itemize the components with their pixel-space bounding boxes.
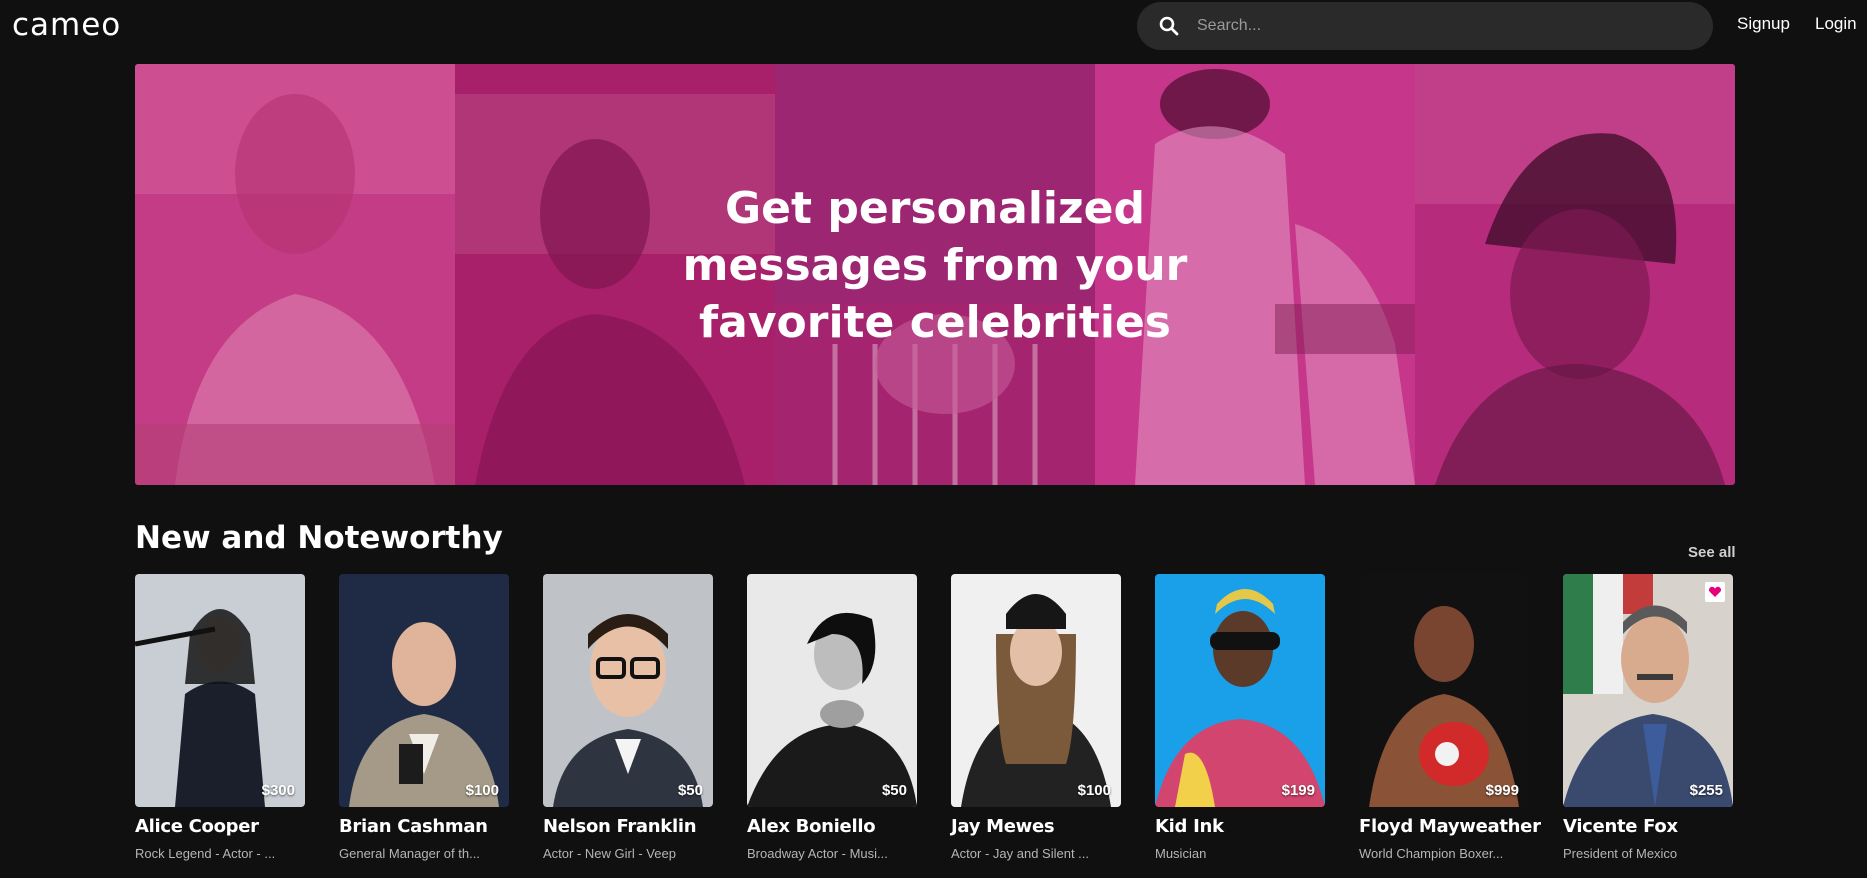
price-tag: $50 [677,782,703,799]
celebrity-card[interactable]: $100 Brian Cashman General Manager of th… [339,574,509,861]
celebrity-description: Broadway Actor - Musi... [747,846,888,861]
celebrity-card[interactable]: $300 Alice Cooper Rock Legend - Actor - … [135,574,305,861]
celebrity-description: Musician [1155,846,1207,861]
celebrity-name[interactable]: Jay Mewes [951,816,1121,837]
price-tag: $199 [1281,782,1315,799]
celebrity-description: World Champion Boxer... [1359,846,1504,861]
celebrity-photo[interactable]: $199 [1155,574,1325,807]
celebrity-name[interactable]: Kid Ink [1155,816,1325,837]
celebrity-description: Actor - Jay and Silent ... [951,846,1090,861]
celebrity-card[interactable]: $199 Kid Ink Musician [1155,574,1325,861]
price-tag: $50 [881,782,907,799]
hero-headline-wrap: Get personalized messages from your favo… [135,64,1735,485]
celebrity-card[interactable]: $50 Nelson Franklin Actor - New Girl - V… [543,574,713,861]
celebrity-name[interactable]: Vicente Fox [1563,816,1733,837]
celebrity-photo[interactable]: $100 [339,574,509,807]
celebrity-photo[interactable]: $300 [135,574,305,807]
celebrity-card[interactable]: $100 Jay Mewes Actor - Jay and Silent ..… [951,574,1121,861]
search-bar[interactable] [1137,2,1713,50]
hero-headline: Get personalized messages from your favo… [682,183,1188,348]
celebrity-carousel: $300 Alice Cooper Rock Legend - Actor - … [135,574,1735,874]
search-icon[interactable] [1145,2,1193,50]
celebrity-photo[interactable]: $50 [747,574,917,807]
celebrity-card[interactable]: $999 Floyd Mayweather World Champion Box… [1359,574,1541,861]
celebrity-description: Rock Legend - Actor - ... [135,846,276,861]
celebrity-name[interactable]: Alex Boniello [747,816,917,837]
celebrity-description: Actor - New Girl - Veep [543,846,676,861]
top-nav: cameo Signup Login [0,0,1867,52]
celebrity-description: President of Mexico [1563,846,1678,861]
celebrity-photo[interactable]: $100 [951,574,1121,807]
price-tag: $100 [1077,782,1111,799]
price-tag: $100 [465,782,499,799]
section-title: New and Noteworthy [135,520,503,556]
see-all-link[interactable]: See all [1688,544,1736,561]
celebrity-description: General Manager of th... [339,846,480,861]
signup-link[interactable]: Signup [1737,14,1790,34]
celebrity-card[interactable]: $50 Alex Boniello Broadway Actor - Musi.… [747,574,917,861]
celebrity-name[interactable]: Alice Cooper [135,816,305,837]
hero-banner: Get personalized messages from your favo… [135,64,1735,485]
login-link[interactable]: Login [1815,14,1857,34]
celebrity-name[interactable]: Nelson Franklin [543,816,713,837]
celebrity-photo[interactable]: $50 [543,574,713,807]
celebrity-card[interactable]: $255 Vicente Fox President of Mexico [1563,574,1733,861]
celebrity-name[interactable]: Floyd Mayweather [1359,816,1541,837]
price-tag: $999 [1485,782,1519,799]
price-tag: $255 [1689,782,1723,799]
celebrity-photo[interactable]: $255 [1563,574,1733,807]
search-input[interactable] [1193,6,1673,46]
price-tag: $300 [261,782,295,799]
celebrity-photo[interactable]: $999 [1359,574,1529,807]
cameo-logo[interactable]: cameo [12,8,121,42]
celebrity-name[interactable]: Brian Cashman [339,816,509,837]
heart-icon[interactable] [1705,582,1725,602]
